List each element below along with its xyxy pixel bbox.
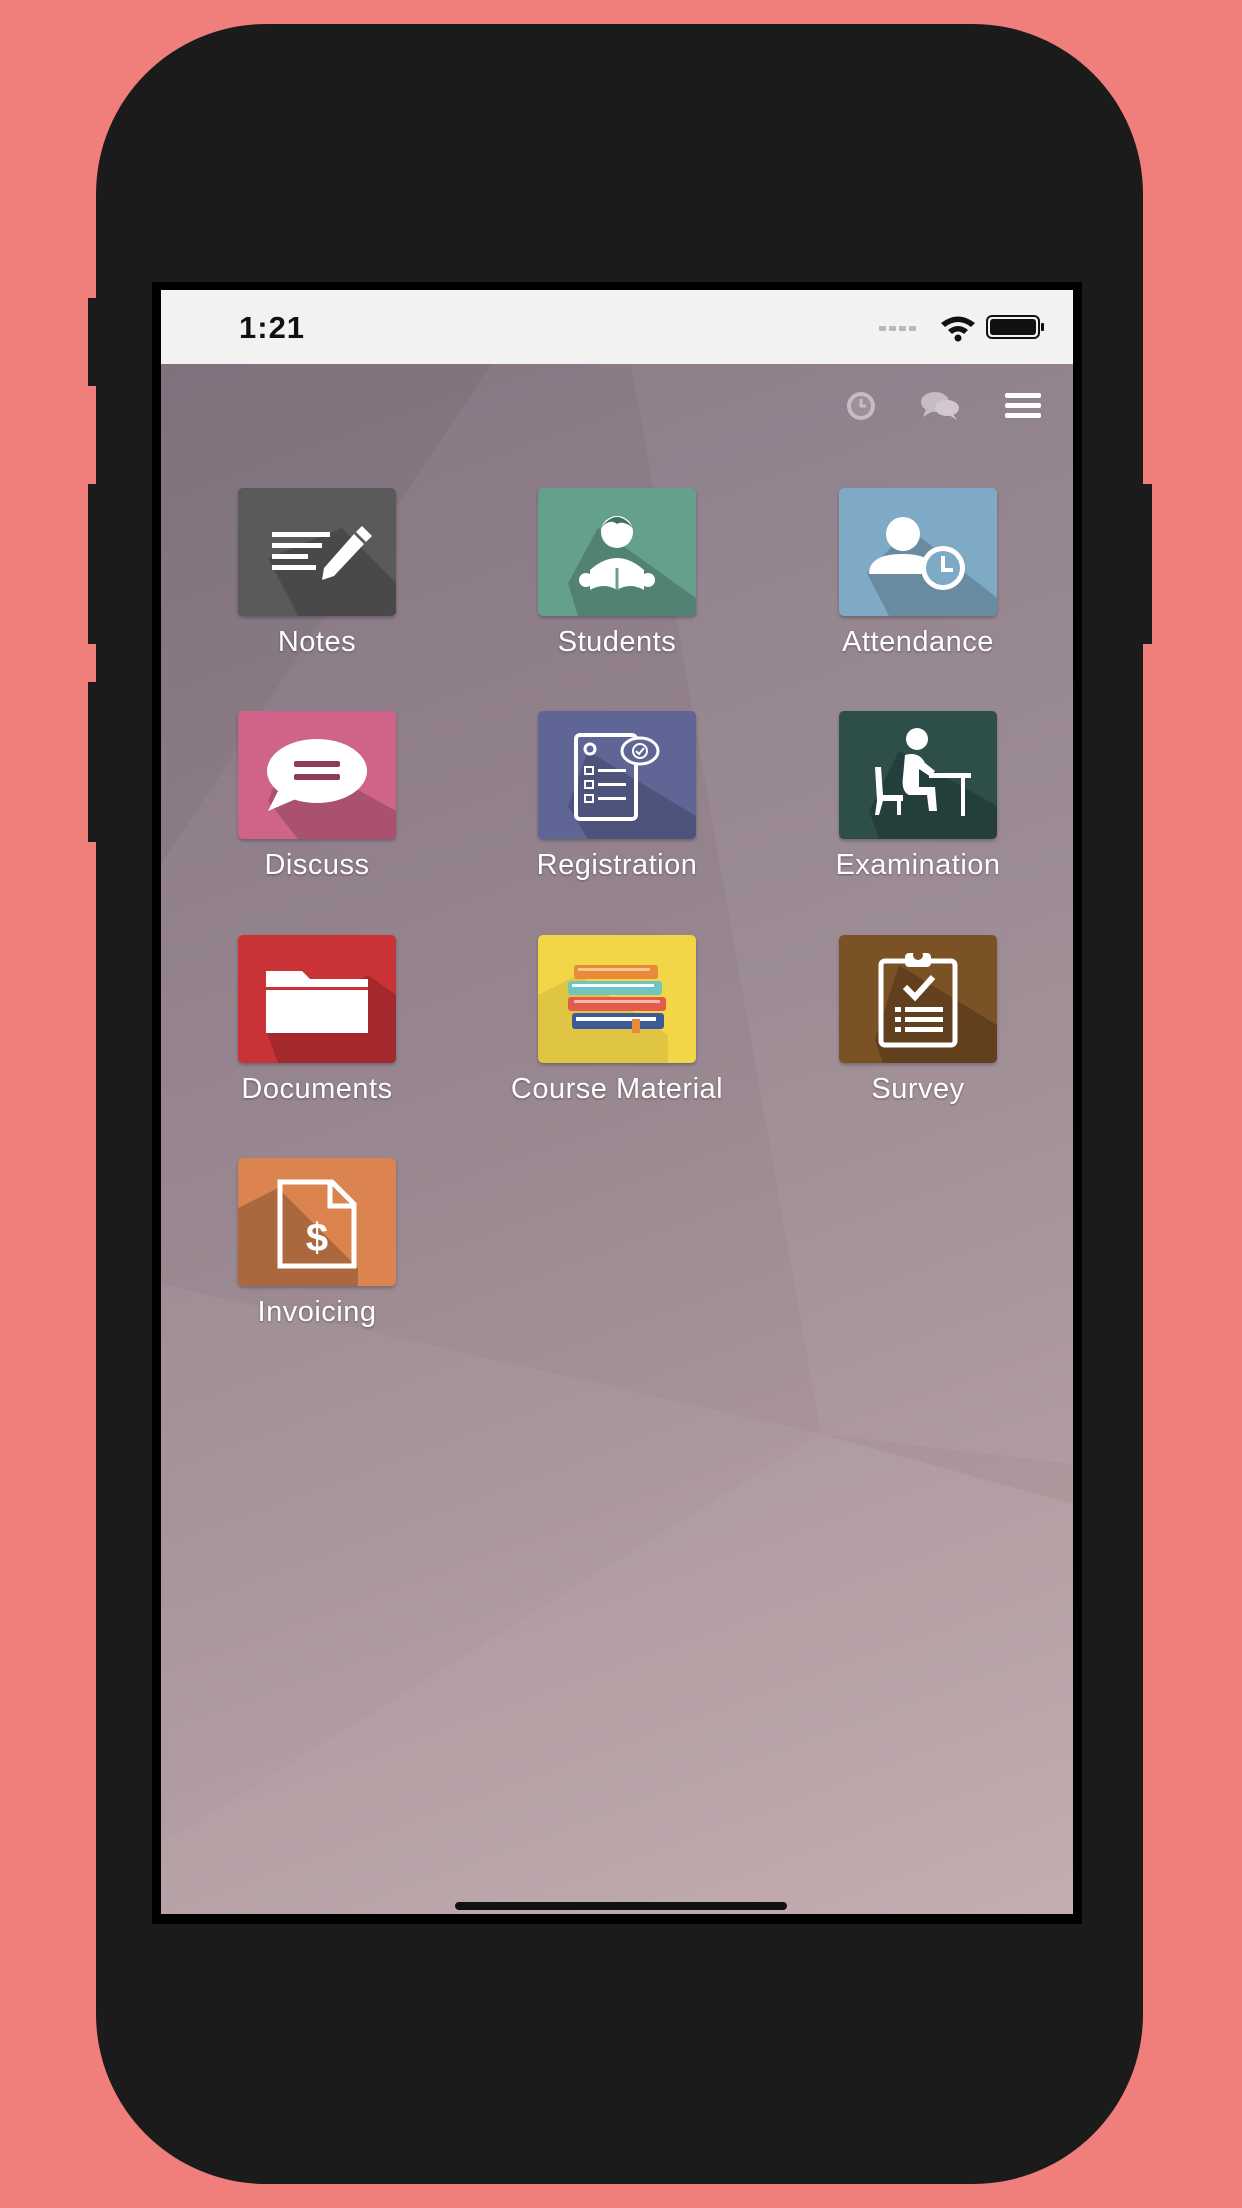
app-label: Registration (536, 849, 698, 881)
student-desk-icon (869, 728, 997, 839)
app-documents[interactable]: Documents (207, 935, 427, 1115)
students-tile[interactable] (538, 488, 696, 616)
app-attendance[interactable]: Attendance (808, 488, 1028, 668)
app-invoicing[interactable]: $ Invoicing (207, 1158, 427, 1338)
course-material-tile[interactable] (538, 935, 696, 1063)
app-notes[interactable]: Notes (207, 488, 427, 668)
discuss-tile[interactable] (238, 711, 396, 839)
signal-dots-icon (879, 326, 916, 331)
notes-tile[interactable] (238, 488, 396, 616)
checklist-form-icon (568, 733, 696, 839)
chat-bubbles-icon[interactable] (918, 384, 962, 428)
side-button-mute (88, 298, 100, 386)
status-bar: 1:21 (161, 290, 1073, 364)
app-registration[interactable]: Registration (507, 711, 727, 891)
notes-pencil-icon (268, 526, 396, 616)
app-discuss[interactable]: Discuss (207, 711, 427, 891)
app-label: Documents (241, 1073, 393, 1105)
side-button-volume-up (88, 484, 100, 644)
app-students[interactable]: Students (507, 488, 727, 668)
folder-icon (266, 971, 396, 1063)
documents-tile[interactable] (238, 935, 396, 1063)
survey-tile[interactable] (839, 935, 997, 1063)
app-home: Notes Students Attendance Discuss Regist… (161, 364, 1073, 1914)
app-course-material[interactable]: Course Material (507, 935, 727, 1115)
side-button-volume-down (88, 682, 100, 842)
app-label: Examination (835, 849, 1001, 881)
activity-clock-icon[interactable] (839, 384, 883, 428)
app-label: Survey (871, 1073, 965, 1105)
battery-icon (986, 315, 1044, 339)
books-stack-icon (538, 965, 668, 1063)
app-label: Course Material (510, 1073, 724, 1105)
app-label: Invoicing (257, 1296, 377, 1328)
side-button-power (1140, 484, 1152, 644)
status-icons (879, 315, 1044, 342)
wifi-icon (941, 316, 975, 342)
student-reading-icon (568, 516, 696, 616)
screen: 1:21 Notes Students Attendance Discuss R… (161, 290, 1073, 1914)
status-time: 1:21 (239, 310, 306, 345)
clipboard-check-icon (875, 950, 997, 1063)
app-label: Notes (277, 626, 357, 658)
invoicing-tile[interactable]: $ (238, 1158, 396, 1286)
hamburger-menu-icon[interactable] (1001, 384, 1045, 428)
app-label: Students (557, 626, 677, 658)
dollar-document-icon: $ (238, 1179, 358, 1286)
app-survey[interactable]: Survey (808, 935, 1028, 1115)
app-label: Attendance (842, 626, 994, 658)
speech-bubble-icon (267, 739, 396, 839)
user-clock-icon (867, 517, 997, 616)
home-indicator[interactable] (455, 1902, 787, 1910)
app-examination[interactable]: Examination (808, 711, 1028, 891)
app-label: Discuss (264, 849, 370, 881)
examination-tile[interactable] (839, 711, 997, 839)
attendance-tile[interactable] (839, 488, 997, 616)
registration-tile[interactable] (538, 711, 696, 839)
svg-text:$: $ (306, 1216, 328, 1260)
